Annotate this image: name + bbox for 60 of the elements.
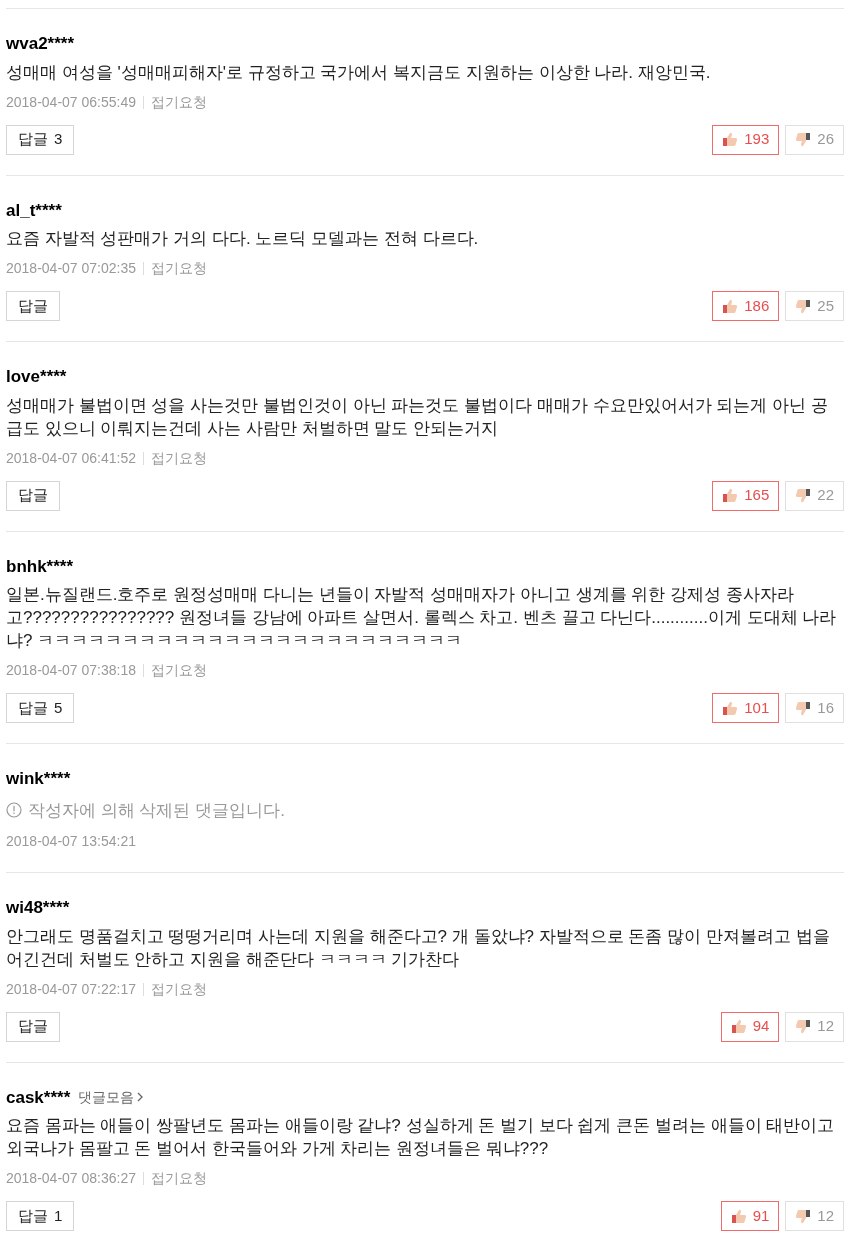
like-button[interactable]: 186 [712, 291, 780, 321]
username: cask**** [6, 1086, 71, 1109]
reply-button[interactable]: 답글 [6, 1011, 60, 1042]
comment-text: 안그래도 명품걸치고 떵떵거리며 사는데 지원을 해준다고? 개 돌았냐? 자발적으로 돈좀 많이 만져볼려고 법을 어긴건데 처벌도 안하고 지원을 해준단다 ㅋㅋㅋㅋ 기가찬다 [6, 925, 831, 971]
comment-date: 2018-04-07 07:02:35 [6, 259, 136, 278]
username: wink**** [6, 768, 71, 790]
thumbs-up-icon [722, 488, 739, 503]
comment-date: 2018-04-07 13:54:21 [6, 832, 136, 851]
dislike-button[interactable]: 12 [785, 1011, 844, 1042]
thumbs-down-icon [795, 1019, 812, 1034]
username: wi48**** [6, 897, 70, 919]
thumbs-up-icon [722, 298, 739, 314]
thumbs-up-icon [730, 1208, 747, 1224]
report-link[interactable]: 접기요청 [151, 1168, 207, 1189]
thumbs-down-icon [795, 298, 812, 314]
username: wva2**** [6, 33, 75, 55]
reply-button[interactable]: 답글 [6, 291, 60, 321]
username: love**** [6, 366, 67, 388]
comment-text: 성매매 여성을 '성매매피해자'로 규정하고 국가에서 복지금도 지원하는 이상한 나라. 재앙민국. [6, 61, 712, 84]
reply-button[interactable]: 답글 [6, 480, 60, 511]
like-button[interactable]: 101 [712, 693, 780, 723]
dislike-button[interactable]: 16 [785, 693, 844, 723]
comment-text: 일본.뉴질랜드.호주로 원정성매매 다니는 년들이 자발적 성매매자가 아니고 생계를 위한 강제성 종사자라고???????????????? 원정녀들 강남에 아파트 살면서. 롤렉스 차고. 벤츠 끌고 다닌다............이게 도대체 나라냐? ㅋㅋㅋㅋㅋㅋㅋㅋㅋㅋㅋㅋㅋㅋㅋㅋㅋㅋㅋㅋㅋㅋㅋㅋㅋ [6, 584, 838, 652]
report-link[interactable]: 접기요청 [151, 978, 207, 1000]
chevron-right-icon [137, 1092, 144, 1103]
like-button[interactable]: 91 [720, 1201, 780, 1231]
report-link[interactable]: 접기요청 [151, 660, 207, 681]
thumbs-up-icon [722, 700, 739, 716]
comment-collection-link[interactable]: 댓글모음 [78, 1086, 144, 1108]
like-button[interactable]: 165 [712, 480, 780, 511]
reply-button[interactable]: 답글 1 [6, 1201, 75, 1231]
thumbs-down-icon [795, 1208, 812, 1224]
report-link[interactable]: 접기요청 [151, 258, 207, 279]
dislike-button[interactable]: 25 [785, 291, 844, 321]
like-button[interactable]: 193 [712, 124, 780, 155]
report-link[interactable]: 접기요청 [151, 447, 207, 469]
dislike-button[interactable]: 22 [785, 480, 844, 511]
comment-date: 2018-04-07 06:55:49 [6, 92, 136, 112]
username: al_t**** [6, 199, 62, 222]
thumbs-down-icon [795, 132, 812, 147]
dislike-button[interactable]: 12 [785, 1201, 844, 1231]
comment-text: 요즘 몸파는 애들이 쌍팔년도 몸파는 애들이랑 같냐? 성실하게 돈 벌기 보다 쉽게 큰돈 벌려는 애들이 태반이고 외국나가 몸팔고 돈 벌어서 한국들어와 가게 차리는 원정녀들은 뭐냐??? [6, 1115, 836, 1160]
comment-date: 2018-04-07 06:41:52 [6, 448, 136, 468]
reply-button[interactable]: 답글 5 [6, 693, 75, 723]
comment-date: 2018-04-07 08:36:27 [6, 1169, 136, 1188]
report-link[interactable]: 접기요청 [151, 91, 207, 113]
thumbs-up-icon [730, 1019, 747, 1034]
thumbs-up-icon [722, 132, 739, 147]
comment-date: 2018-04-07 07:22:17 [6, 979, 136, 999]
comment-text: 요즘 자발적 성판매가 거의 다다. 노르딕 모델과는 전혀 다르다. [6, 228, 480, 250]
dislike-button[interactable]: 26 [785, 124, 844, 155]
deleted-notice: 작성자에 의해 삭제된 댓글입니다. [28, 799, 285, 822]
comment-date: 2018-04-07 07:38:18 [6, 661, 136, 680]
comment-text: 성매매가 불법이면 성을 사는것만 불법인것이 아닌 파는것도 불법이다 매매가 수요만있어서가 되는게 아닌 공급도 있으니 이뤄지는건데 사는 사람만 처벌하면 말도 안되는거지 [6, 394, 829, 440]
thumbs-down-icon [795, 488, 812, 503]
info-icon [6, 802, 22, 819]
like-button[interactable]: 94 [720, 1011, 780, 1042]
reply-button[interactable]: 답글 3 [6, 124, 75, 155]
username: bnhk**** [6, 555, 74, 578]
thumbs-down-icon [795, 700, 812, 716]
